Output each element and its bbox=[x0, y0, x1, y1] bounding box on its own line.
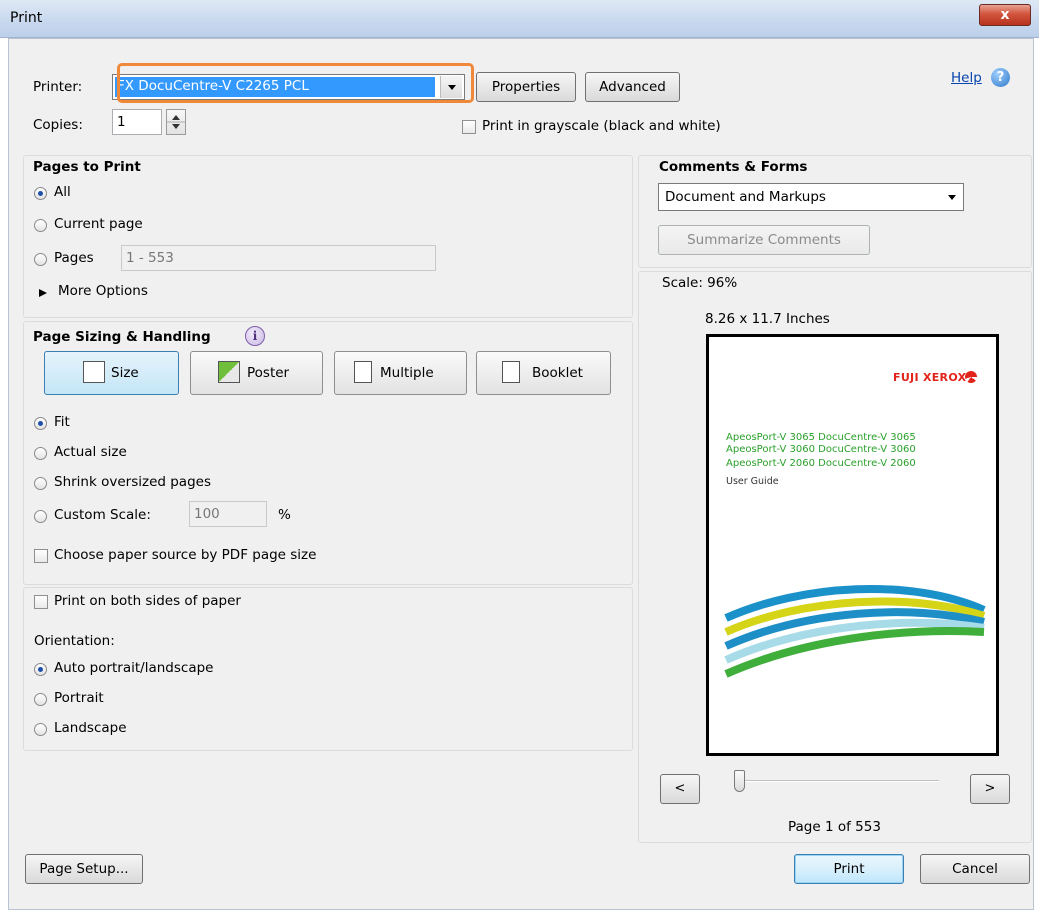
auto-orientation-label: Auto portrait/landscape bbox=[54, 660, 214, 676]
actual-size-radio[interactable] bbox=[34, 447, 47, 460]
summarize-comments-button[interactable]: Summarize Comments bbox=[658, 225, 870, 255]
copies-label: Copies: bbox=[33, 117, 83, 133]
pages-label: Pages bbox=[54, 250, 94, 266]
previous-page-button[interactable]: < bbox=[660, 774, 700, 804]
grayscale-label: Print in grayscale (black and white) bbox=[482, 118, 721, 134]
printer-label: Printer: bbox=[33, 79, 83, 95]
percent-label: % bbox=[278, 507, 291, 523]
grayscale-checkbox[interactable] bbox=[462, 120, 476, 134]
page-sizing-title: Page Sizing & Handling bbox=[33, 329, 211, 345]
cancel-button[interactable]: Cancel bbox=[920, 854, 1030, 884]
expand-triangle-icon[interactable] bbox=[38, 288, 48, 298]
booklet-icon bbox=[502, 361, 520, 383]
title-bar: Print x bbox=[0, 0, 1039, 38]
page-preview: FUJI xerox ApeosPort-V 3065 DocuCentre-V… bbox=[706, 334, 999, 756]
chevron-down-icon bbox=[948, 195, 956, 200]
actual-size-label: Actual size bbox=[54, 444, 127, 460]
page-slider-thumb[interactable] bbox=[734, 770, 745, 792]
duplex-label: Print on both sides of paper bbox=[54, 593, 241, 609]
pages-to-print-title: Pages to Print bbox=[33, 159, 141, 175]
next-page-button[interactable]: > bbox=[970, 774, 1010, 804]
paper-source-checkbox[interactable] bbox=[34, 549, 48, 563]
page-indicator: Page 1 of 553 bbox=[788, 819, 881, 835]
page-setup-button[interactable]: Page Setup... bbox=[25, 854, 143, 884]
shrink-radio[interactable] bbox=[34, 477, 47, 490]
stepper-arrows-icon bbox=[167, 115, 185, 129]
help-icon[interactable]: ? bbox=[991, 68, 1010, 87]
fit-label: Fit bbox=[54, 414, 70, 430]
comments-forms-select[interactable]: Document and Markups bbox=[658, 183, 964, 211]
landscape-label: Landscape bbox=[54, 720, 127, 736]
copies-stepper[interactable] bbox=[166, 109, 186, 135]
poster-icon bbox=[218, 361, 240, 383]
copies-input[interactable]: 1 bbox=[112, 109, 162, 135]
multiple-icon bbox=[354, 361, 372, 383]
booklet-mode-button[interactable]: Booklet bbox=[476, 351, 611, 395]
brand-logo-mark bbox=[965, 371, 977, 383]
brand-logo: FUJI xerox bbox=[893, 371, 967, 384]
paper-source-label: Choose paper source by PDF page size bbox=[54, 547, 317, 563]
printer-highlight-outline bbox=[117, 63, 474, 103]
document-subtitle: User Guide bbox=[726, 476, 779, 487]
multiple-mode-label: Multiple bbox=[380, 365, 434, 381]
size-mode-button[interactable]: Size bbox=[44, 351, 179, 395]
window-title: Print bbox=[10, 10, 43, 26]
multiple-mode-button[interactable]: Multiple bbox=[334, 351, 467, 395]
duplex-checkbox[interactable] bbox=[34, 595, 48, 609]
info-icon[interactable]: i bbox=[245, 326, 265, 346]
cover-swoosh-graphic bbox=[724, 585, 986, 678]
fit-radio[interactable] bbox=[34, 417, 47, 430]
pages-radio[interactable] bbox=[34, 253, 47, 266]
all-radio[interactable] bbox=[34, 187, 47, 200]
close-button[interactable]: x bbox=[979, 4, 1031, 26]
custom-scale-label: Custom Scale: bbox=[54, 507, 151, 523]
orientation-label: Orientation: bbox=[34, 633, 115, 649]
size-icon bbox=[83, 361, 105, 383]
poster-mode-button[interactable]: Poster bbox=[190, 351, 323, 395]
more-options-link[interactable]: More Options bbox=[58, 283, 148, 299]
page-slider-track[interactable] bbox=[734, 780, 939, 782]
booklet-mode-label: Booklet bbox=[532, 365, 583, 381]
current-page-label: Current page bbox=[54, 216, 143, 232]
preview-page: FUJI xerox ApeosPort-V 3065 DocuCentre-V… bbox=[712, 340, 993, 750]
portrait-radio[interactable] bbox=[34, 693, 47, 706]
custom-scale-radio[interactable] bbox=[34, 510, 47, 523]
model-line-2: ApeosPort-V 3060 DocuCentre-V 3060 bbox=[726, 444, 916, 455]
advanced-button[interactable]: Advanced bbox=[585, 72, 680, 102]
size-mode-label: Size bbox=[111, 365, 139, 381]
poster-mode-label: Poster bbox=[247, 365, 290, 381]
custom-scale-input[interactable]: 100 bbox=[189, 501, 267, 527]
landscape-radio[interactable] bbox=[34, 723, 47, 736]
comments-forms-title: Comments & Forms bbox=[659, 159, 808, 175]
model-line-3: ApeosPort-V 2060 DocuCentre-V 2060 bbox=[726, 458, 916, 469]
model-line-1: ApeosPort-V 3065 DocuCentre-V 3065 bbox=[726, 432, 916, 443]
pages-range-input[interactable]: 1 - 553 bbox=[121, 245, 436, 271]
comments-forms-value: Document and Markups bbox=[665, 189, 826, 205]
properties-button[interactable]: Properties bbox=[476, 72, 576, 102]
auto-orientation-radio[interactable] bbox=[34, 663, 47, 676]
scale-label: Scale: 96% bbox=[662, 275, 738, 291]
print-dialog: Printer: FX DocuCentre-V C2265 PCL Prope… bbox=[8, 38, 1034, 910]
dimensions-label: 8.26 x 11.7 Inches bbox=[705, 311, 830, 327]
portrait-label: Portrait bbox=[54, 690, 104, 706]
shrink-label: Shrink oversized pages bbox=[54, 474, 211, 490]
print-button[interactable]: Print bbox=[794, 854, 904, 884]
help-link[interactable]: Help bbox=[951, 70, 982, 86]
all-label: All bbox=[54, 184, 71, 200]
current-page-radio[interactable] bbox=[34, 219, 47, 232]
